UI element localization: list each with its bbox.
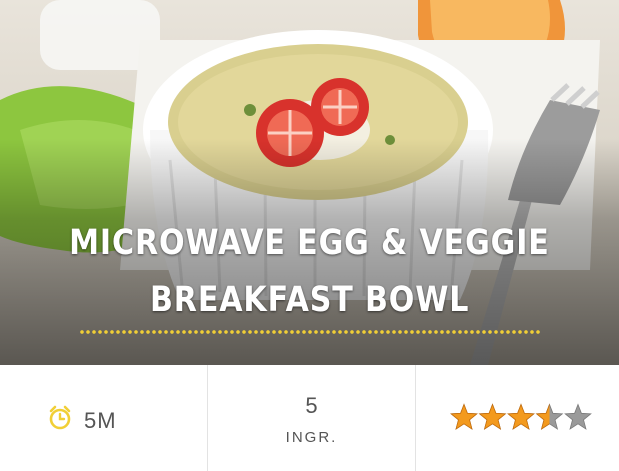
- recipe-info-bar: 5M 5 INGR.: [0, 365, 619, 471]
- ingredient-count-value: 5: [305, 393, 318, 418]
- star-icon: [507, 403, 535, 430]
- star-icon: [564, 403, 592, 430]
- title-dotted-underline: [79, 330, 541, 334]
- ingredient-count: 5 INGR.: [208, 365, 415, 471]
- star-icon: [478, 403, 507, 430]
- star-icon: [450, 403, 478, 430]
- rating-stars: [450, 403, 592, 430]
- recipe-photo[interactable]: MICROWAVE EGG & VEGGIE BREAKFAST BOWL: [0, 0, 619, 365]
- cook-time: 5M: [0, 365, 207, 471]
- recipe-title-line-2[interactable]: BREAKFAST BOWL: [0, 280, 619, 320]
- star-icon: [535, 403, 564, 430]
- recipe-card[interactable]: MICROWAVE EGG & VEGGIE BREAKFAST BOWL 5M…: [0, 0, 619, 471]
- cook-time-value: 5M: [84, 408, 117, 433]
- recipe-title-line-1[interactable]: MICROWAVE EGG & VEGGIE: [0, 223, 619, 263]
- alarm-clock-icon: [49, 405, 71, 430]
- recipe-rating: [416, 365, 619, 471]
- ingredient-count-label: INGR.: [285, 429, 338, 446]
